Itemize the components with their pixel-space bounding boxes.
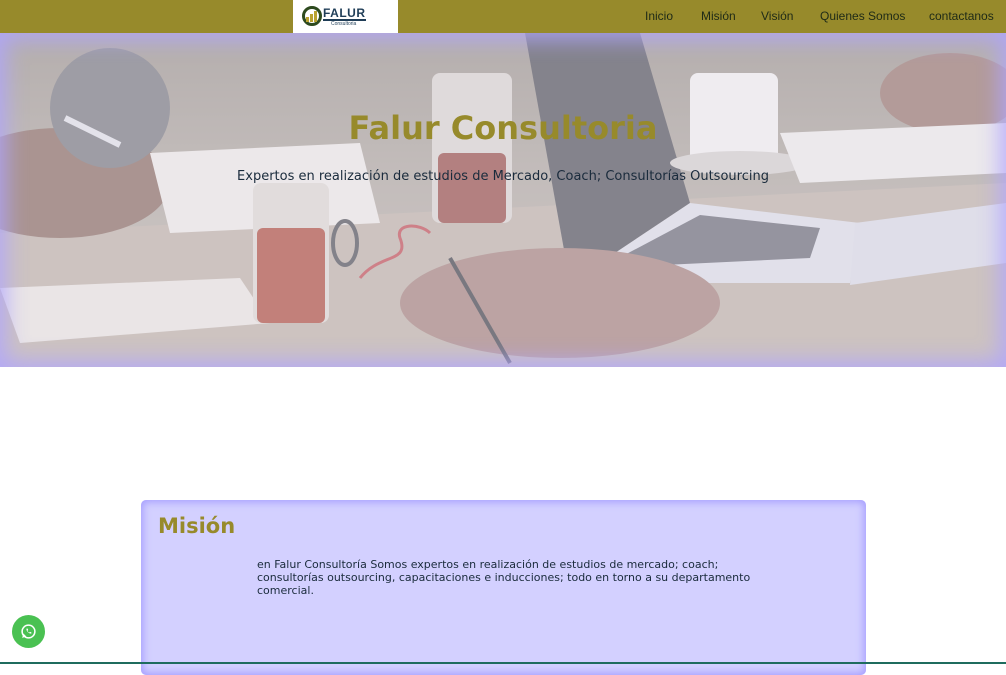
nav-link-inicio[interactable]: Inicio <box>645 9 673 23</box>
logo-subtext: Consultoria <box>331 21 357 27</box>
nav-link-contactanos[interactable]: contactanos <box>929 9 994 23</box>
logo-bars-icon <box>306 10 320 22</box>
nav-link-quienes-somos[interactable]: Quienes Somos <box>820 9 905 23</box>
hero-subtitle: Expertos en realización de estudios de M… <box>237 169 769 184</box>
hero-title: Falur Consultoria <box>348 109 658 147</box>
nav-link-mision[interactable]: Misión <box>701 9 736 23</box>
whatsapp-icon <box>21 624 36 639</box>
mission-card: Misión en Falur Consultoría Somos expert… <box>141 500 866 675</box>
hero-banner: Falur Consultoria Expertos en realizació… <box>0 33 1006 367</box>
logo[interactable]: FALUR Consultoria <box>293 0 398 33</box>
nav-link-vision[interactable]: Visión <box>761 9 793 23</box>
hero-overlay <box>0 33 1006 367</box>
mission-title: Misión <box>158 514 236 538</box>
top-navbar: FALUR Consultoria Inicio Misión Visión Q… <box>0 0 1006 33</box>
logo-text: FALUR <box>323 6 366 21</box>
mission-text: en Falur Consultoría Somos expertos en r… <box>257 558 751 597</box>
whatsapp-button[interactable] <box>12 615 45 648</box>
